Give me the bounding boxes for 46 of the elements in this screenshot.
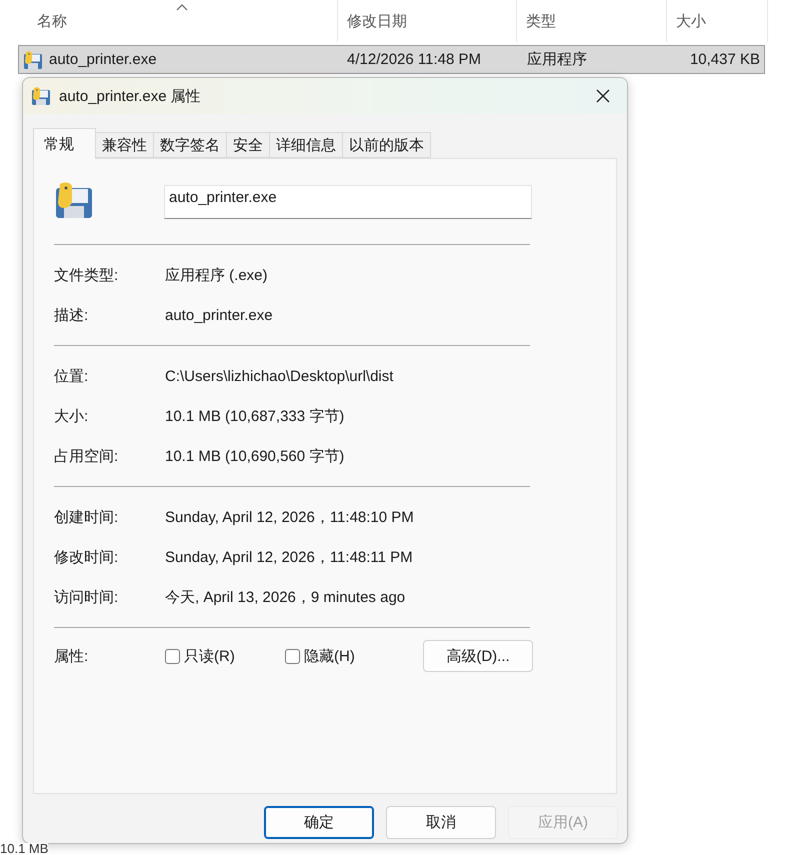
program-icon <box>31 86 51 106</box>
file-type: 应用程序 <box>527 50 588 69</box>
dialog-button[interactable]: 取消 <box>386 806 496 839</box>
tab[interactable]: 安全 <box>226 132 270 158</box>
tab[interactable]: 以前的版本 <box>342 132 431 158</box>
field-label: 访问时间: <box>54 588 120 606</box>
tab[interactable]: 数字签名 <box>153 132 227 158</box>
close-icon <box>596 89 610 103</box>
field-value: auto_printer.exe <box>165 306 273 324</box>
column-header[interactable]: 类型 <box>526 12 556 30</box>
checkbox[interactable] <box>285 648 300 664</box>
file-size: 10,437 KB <box>688 51 761 68</box>
field-label: 修改时间: <box>54 548 120 566</box>
field-label: 描述: <box>54 306 90 324</box>
file-row[interactable]: auto_printer.exe 4/12/2026 11:48 PM 应用程序 10,437 KB <box>18 45 765 74</box>
field-label: 大小: <box>54 406 90 426</box>
field-label: 占用空间: <box>54 446 120 466</box>
checkbox-label[interactable]: 只读(R) <box>184 646 235 666</box>
advanced-button[interactable]: 高级(D)... <box>423 640 533 672</box>
field-label: 属性: <box>54 646 90 666</box>
status-text: 10.1 MB <box>0 843 48 855</box>
program-icon <box>23 50 43 70</box>
checkbox-label[interactable]: 隐藏(H) <box>304 646 355 666</box>
window-title: auto_printer.exe 属性 <box>59 86 202 106</box>
field-value: Sunday, April 12, 2026，11:48:11 PM <box>165 548 413 566</box>
program-icon <box>54 180 94 220</box>
field-label: 创建时间: <box>54 508 120 526</box>
tab[interactable]: 详细信息 <box>269 132 343 158</box>
field-value: 10.1 MB (10,687,333 字节) <box>165 406 344 426</box>
field-value: Sunday, April 12, 2026，11:48:10 PM <box>165 508 414 526</box>
tab[interactable]: 兼容性 <box>95 132 154 158</box>
field-label: 文件类型: <box>54 266 120 284</box>
field-value: C:\Users\lizhichao\Desktop\url\dist <box>165 368 394 384</box>
column-header[interactable]: 修改日期 <box>347 12 407 30</box>
field-label: 位置: <box>54 366 90 386</box>
field-value: 10.1 MB (10,690,560 字节) <box>165 446 344 466</box>
name-field[interactable]: auto_printer.exe <box>164 185 532 219</box>
field-value: 今天, April 13, 2026，9 minutes ago <box>165 588 406 606</box>
checkbox[interactable] <box>165 648 180 664</box>
file-name: auto_printer.exe <box>49 51 157 68</box>
column-header[interactable]: 大小 <box>676 12 706 30</box>
dialog-button[interactable]: 确定 <box>264 806 374 839</box>
column-header[interactable]: 名称 <box>37 12 67 30</box>
file-date: 4/12/2026 11:48 PM <box>347 51 482 68</box>
tab[interactable]: 常规 <box>33 128 96 159</box>
field-value: 应用程序 (.exe) <box>165 266 268 284</box>
